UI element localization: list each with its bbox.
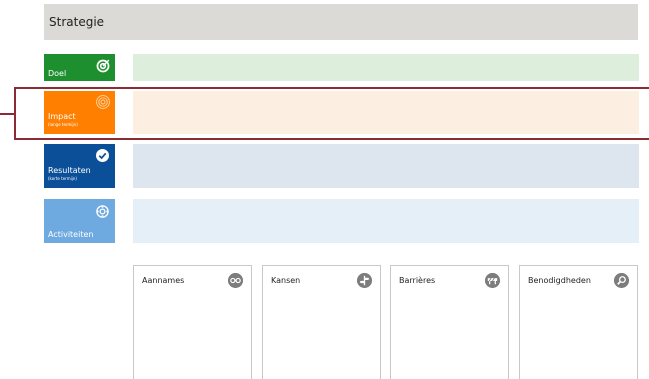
card-title: Benodigdheden bbox=[528, 276, 591, 285]
tile-label: Activiteiten bbox=[48, 230, 94, 239]
strategy-canvas: Strategie Doel Impact (lange termijn) Re… bbox=[0, 0, 649, 379]
magnifier-icon bbox=[614, 273, 629, 288]
target-icon bbox=[96, 59, 110, 73]
checkmark-icon bbox=[96, 149, 109, 162]
section-header: Strategie bbox=[44, 4, 638, 40]
highlight-connector bbox=[0, 113, 15, 115]
gear-icon bbox=[96, 205, 109, 218]
row-bar-doel[interactable] bbox=[133, 54, 639, 81]
tile-sublabel: (korte termijn) bbox=[48, 176, 77, 181]
signpost-icon bbox=[357, 273, 372, 288]
barrier-icon bbox=[485, 273, 500, 288]
card-benodigdheden[interactable]: Benodigdheden bbox=[519, 265, 638, 379]
impact-highlight-frame bbox=[14, 87, 649, 140]
glasses-icon bbox=[228, 273, 243, 288]
card-title: Barrières bbox=[399, 276, 436, 285]
row-bar-activiteiten[interactable] bbox=[133, 199, 639, 243]
section-title: Strategie bbox=[49, 15, 105, 29]
tile-doel[interactable]: Doel bbox=[44, 54, 115, 81]
card-title: Aannames bbox=[142, 276, 185, 285]
tile-label: Doel bbox=[48, 69, 67, 78]
card-barrieres[interactable]: Barrières bbox=[390, 265, 509, 379]
card-kansen[interactable]: Kansen bbox=[262, 265, 381, 379]
tile-activiteiten[interactable]: Activiteiten bbox=[44, 199, 115, 243]
tile-label: Resultaten bbox=[48, 166, 91, 175]
card-aannames[interactable]: Aannames bbox=[133, 265, 252, 379]
card-title: Kansen bbox=[271, 276, 301, 285]
row-bar-resultaten[interactable] bbox=[133, 144, 639, 188]
tile-resultaten[interactable]: Resultaten (korte termijn) bbox=[44, 144, 115, 188]
